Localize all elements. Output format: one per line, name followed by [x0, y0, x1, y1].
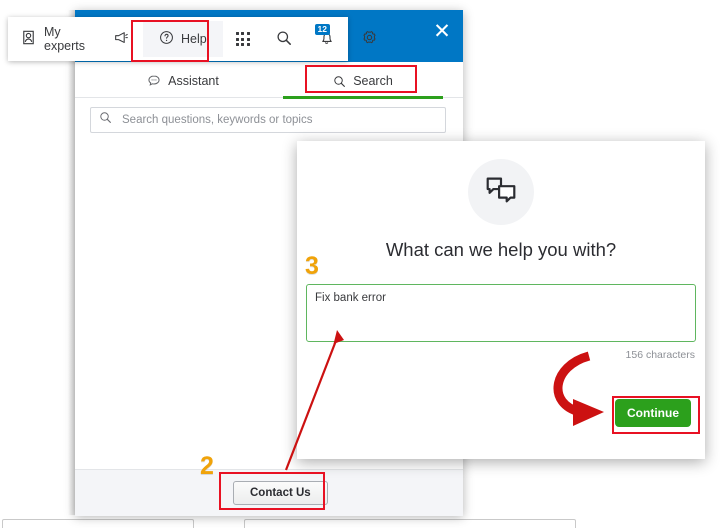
character-counter: 156 characters: [625, 349, 695, 361]
tab-assistant-label: Assistant: [168, 74, 219, 88]
background-panel-right: [244, 519, 576, 528]
contact-us-button[interactable]: Contact Us: [233, 481, 328, 505]
background-panel-left: [2, 519, 194, 528]
help-panel-footer: Contact Us: [75, 469, 463, 516]
tab-search[interactable]: Search: [283, 65, 443, 97]
active-tab-underline: [283, 96, 443, 99]
help-button-label: Help: [181, 32, 207, 46]
dialog-title: What can we help you with?: [385, 239, 617, 260]
settings-button[interactable]: [348, 17, 391, 61]
search-icon: [99, 111, 112, 129]
search-icon: [333, 75, 346, 88]
help-button[interactable]: Help: [143, 21, 223, 57]
tab-assistant[interactable]: Assistant: [103, 65, 263, 97]
apps-grid-button[interactable]: [223, 17, 263, 61]
search-input-wrapper[interactable]: [90, 107, 446, 133]
notification-count-badge: 12: [314, 24, 330, 35]
continue-button[interactable]: Continue: [615, 399, 691, 427]
close-icon[interactable]: ✕: [431, 20, 453, 42]
notifications-button[interactable]: 12: [305, 17, 348, 61]
search-icon: [276, 30, 292, 49]
my-experts-button[interactable]: My experts: [8, 17, 99, 61]
my-experts-label: My experts: [44, 25, 85, 53]
apps-grid-icon: [235, 32, 250, 46]
global-toolbar: My experts Help 12: [8, 17, 376, 61]
megaphone-icon: [113, 30, 129, 49]
help-circle-icon: [159, 30, 174, 48]
toolbar-search-button[interactable]: [263, 17, 305, 61]
screenshot-root: ✕ Assistant Search Search questions, key…: [0, 0, 720, 528]
chat-bubbles-icon: [482, 171, 520, 214]
assistant-chat-icon: [147, 74, 161, 88]
gear-icon: [361, 29, 378, 49]
chat-bubbles-icon-wrapper: [468, 159, 534, 225]
help-tabs: Assistant Search: [75, 65, 463, 98]
megaphone-button[interactable]: [99, 17, 143, 61]
help-question-textarea[interactable]: [306, 284, 696, 342]
user-icon: [20, 29, 37, 49]
search-input[interactable]: [120, 113, 437, 127]
help-request-dialog: What can we help you with? 156 character…: [297, 141, 705, 459]
tab-search-label: Search: [353, 74, 393, 88]
